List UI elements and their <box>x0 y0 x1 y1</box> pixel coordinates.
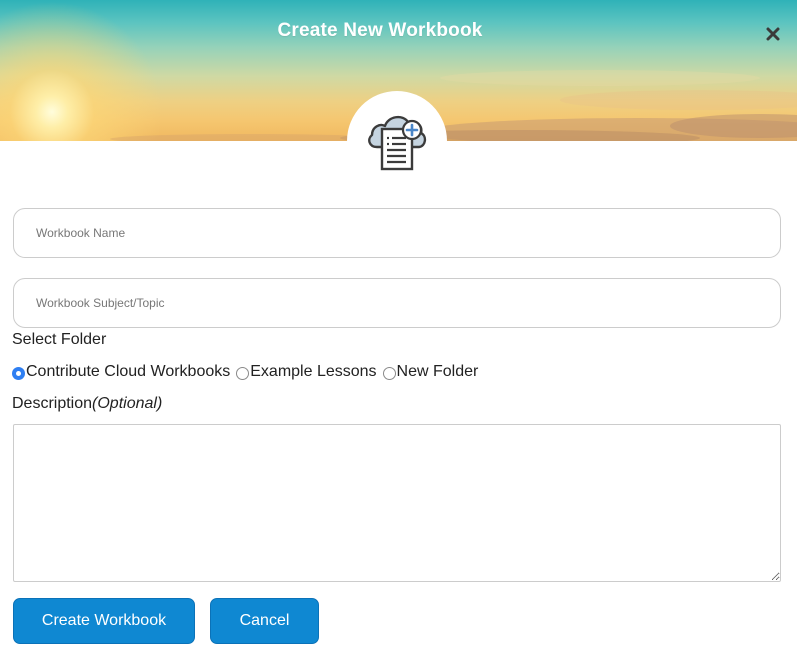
select-folder-label: Select Folder <box>12 331 107 348</box>
folder-option-label: New Folder <box>396 363 479 380</box>
folder-radio-new-folder[interactable] <box>382 366 396 380</box>
modal-title: Create New Workbook <box>277 20 483 41</box>
folder-radio-contribute-cloud-workbooks[interactable] <box>12 366 25 380</box>
folder-option-contribute-cloud-workbooks[interactable]: Contribute Cloud Workbooks <box>12 363 230 381</box>
description-optional-text: (Optional) <box>92 395 163 412</box>
workbook-subject-input[interactable] <box>13 278 781 328</box>
workbook-name-input[interactable] <box>13 208 781 258</box>
close-button[interactable] <box>762 23 784 45</box>
description-label: Description(Optional) <box>12 395 162 413</box>
workbook-badge <box>347 91 447 191</box>
description-label-text: Description <box>12 395 93 412</box>
folder-radio-group: Contribute Cloud Workbooks Example Lesso… <box>12 363 484 381</box>
create-workbook-button[interactable]: Create Workbook <box>13 598 195 644</box>
description-textarea[interactable] <box>13 424 781 582</box>
folder-radio-example-lessons[interactable] <box>236 366 250 380</box>
folder-option-label: Example Lessons <box>250 363 377 380</box>
close-icon <box>766 27 780 41</box>
cloud-document-add-icon <box>368 115 427 171</box>
folder-option-label: Contribute Cloud Workbooks <box>26 363 231 380</box>
cancel-button[interactable]: Cancel <box>210 598 319 644</box>
folder-option-new-folder[interactable]: New Folder <box>382 363 479 381</box>
folder-option-example-lessons[interactable]: Example Lessons <box>236 363 377 381</box>
